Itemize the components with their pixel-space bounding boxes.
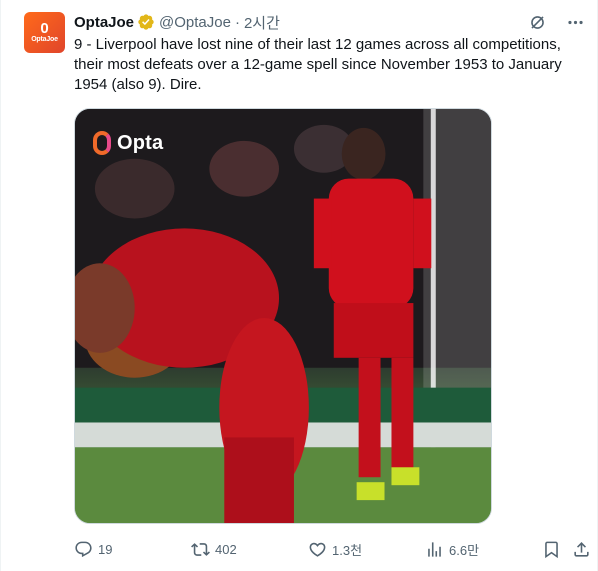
photo-scene xyxy=(75,109,491,523)
bookmark-button[interactable] xyxy=(542,540,561,559)
share-button[interactable] xyxy=(572,540,591,559)
like-count: 1.3천 xyxy=(332,542,363,558)
like-button[interactable]: 1.3천 xyxy=(308,540,362,559)
retweet-button[interactable]: 402 xyxy=(191,540,237,559)
opta-watermark: Opta xyxy=(93,131,163,155)
reply-button[interactable]: 19 xyxy=(74,540,112,559)
verified-badge-icon xyxy=(137,13,155,31)
avatar-logo-digit: 0 xyxy=(40,20,49,37)
reply-count: 19 xyxy=(98,541,113,557)
header-separator: · xyxy=(234,13,240,31)
tweet-header: OptaJoe @OptaJoe · 2시간 xyxy=(74,12,280,32)
tweet-timestamp[interactable]: 2시간 xyxy=(244,12,280,33)
tweet-actions-bar: 19 402 1.3천 6.6만 xyxy=(74,538,592,560)
more-icon[interactable] xyxy=(565,12,585,32)
tweet-card[interactable]: 0 OptaJoe OptaJoe @OptaJoe · 2시간 9 - Liv… xyxy=(0,0,598,571)
like-icon xyxy=(309,542,326,557)
retweet-count: 402 xyxy=(215,541,237,557)
share-icon xyxy=(574,541,589,557)
views-count: 6.6만 xyxy=(449,542,480,558)
tweet-text: 9 - Liverpool have lost nine of their la… xyxy=(74,36,562,93)
bookmark-icon xyxy=(545,541,558,558)
views-button[interactable]: 6.6만 xyxy=(425,540,479,559)
tweet-top-actions xyxy=(527,12,585,32)
tweet-media-photo[interactable]: Opta xyxy=(74,108,492,524)
avatar-logo-text: OptaJoe xyxy=(31,36,58,43)
opta-logo-icon xyxy=(93,131,111,155)
views-icon xyxy=(428,541,441,557)
retweet-icon xyxy=(191,542,210,556)
grok-icon[interactable] xyxy=(527,12,547,32)
reply-icon xyxy=(75,541,92,557)
author-handle[interactable]: @OptaJoe xyxy=(159,14,231,31)
author-name[interactable]: OptaJoe xyxy=(74,14,134,31)
opta-watermark-text: Opta xyxy=(117,131,164,154)
avatar[interactable]: 0 OptaJoe xyxy=(24,12,65,53)
